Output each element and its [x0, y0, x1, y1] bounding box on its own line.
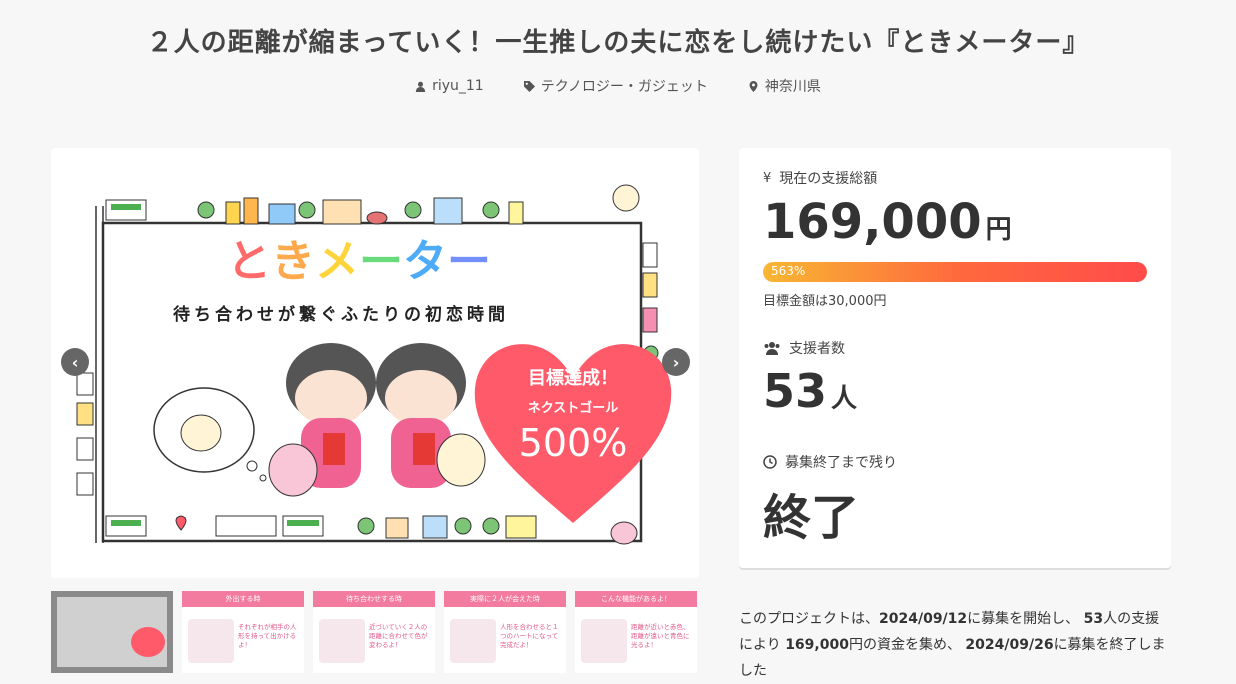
summary-text: 円の資金を集め、: [848, 637, 961, 653]
progress-fill: [763, 262, 1147, 282]
thumbnail-text: それぞれが相手の人形を持って出かけるよ！: [238, 623, 297, 649]
thumbnail-4[interactable]: 実際に２人が会えた時 人形を合わせると１つのハートになって完成だよ！: [444, 591, 566, 673]
thumbnail-label: 外出する時: [182, 591, 304, 607]
supporters-unit: 人: [831, 384, 858, 414]
prev-image-button[interactable]: ‹: [61, 348, 89, 376]
category-link[interactable]: テクノロジー・ガジェット: [523, 76, 708, 96]
remaining-label-row: 募集終了まで残り: [763, 452, 897, 472]
chevron-left-icon: ‹: [71, 352, 79, 372]
supporter-count: 53: [1083, 611, 1104, 627]
thumbnail-image: [581, 619, 627, 663]
progress-percent: 563%: [771, 264, 806, 278]
project-meta: riyu_11 テクノロジー・ガジェット 神奈川県: [0, 76, 1236, 96]
amount-label-row: ¥ 現在の支援総額: [763, 168, 877, 188]
thumbnail-label: こんな機能があるよ！: [575, 591, 697, 607]
supporters-label: 支援者数: [789, 341, 845, 357]
thumbnail-strip: 外出する時 それぞれが相手の人形を持って出かけるよ！ 待ち合わせする時 近づいて…: [51, 591, 699, 673]
thumbnail-text: 距離が近いと赤色、距離が遠いと青色に光るよ！: [631, 623, 690, 649]
thumbnail-text: 人形を合わせると１つのハートになって完成だよ！: [500, 623, 559, 649]
user-icon: [415, 81, 426, 92]
thumbnail-image: [450, 619, 496, 663]
thumbnail-2[interactable]: 外出する時 それぞれが相手の人形を持って出かけるよ！: [182, 591, 304, 673]
hero-tagline: 待ち合わせが繋ぐふたりの初恋時間: [173, 304, 509, 325]
author-name: riyu_11: [432, 78, 484, 94]
thumbnail-1[interactable]: [51, 591, 173, 673]
supporters-value-row: 53 人: [763, 364, 857, 418]
yen-icon: ¥: [763, 170, 772, 186]
amount-value: 169,000: [763, 194, 982, 250]
thumbnail-image: [188, 619, 234, 663]
thumbnail-5[interactable]: こんな機能があるよ！ 距離が近いと赤色、距離が遠いと青色に光るよ！: [575, 591, 697, 673]
project-summary: このプロジェクトは、2024/09/12に募集を開始し、 53人の支援により 1…: [739, 606, 1171, 684]
thumbnail-image: [319, 619, 365, 663]
badge-line1: 目標達成！: [528, 367, 618, 389]
end-date: 2024/09/26: [965, 637, 1054, 653]
page-title: ２人の距離が縮まっていく！一生推しの夫に恋をし続けたい『ときメーター』: [146, 28, 1090, 58]
clock-icon: [763, 455, 777, 469]
amount-unit: 円: [985, 215, 1012, 245]
thumbnail-3[interactable]: 待ち合わせする時 近づいていく２人の距離に合わせて色が変わるよ！: [313, 591, 435, 673]
goal-amount: 目標金額は30,000円: [763, 294, 887, 309]
next-image-button[interactable]: ›: [662, 348, 690, 376]
location-name: 神奈川県: [764, 79, 821, 95]
amount-value-row: 169,000 円: [763, 194, 1012, 250]
summary-text: に募集を開始し、: [967, 611, 1080, 627]
thumbnail-label: 実際に２人が会えた時: [444, 591, 566, 607]
remaining-value: 終了: [763, 490, 860, 546]
funding-stats-card: ¥ 現在の支援総額 169,000 円 563% 目標金額は30,000円 支援者…: [739, 148, 1171, 568]
supporters-value: 53: [763, 364, 828, 418]
amount-label: 現在の支援総額: [779, 171, 878, 187]
raised-amount: 169,000: [785, 637, 849, 653]
thumbnail-label: 待ち合わせする時: [313, 591, 435, 607]
remaining-label: 募集終了まで残り: [785, 455, 897, 471]
category-name: テクノロジー・ガジェット: [540, 79, 708, 95]
hero-illustration: ときメーター 待ち合わせが繋ぐふたりの初恋時間 目標達成！ ネクストゴール 50…: [76, 184, 672, 545]
map-pin-icon: [749, 80, 758, 92]
start-date: 2024/09/12: [879, 611, 968, 627]
badge-line3: 500%: [519, 421, 628, 465]
main-image: ときメーター 待ち合わせが繋ぐふたりの初恋時間 目標達成！ ネクストゴール 50…: [51, 148, 699, 578]
supporters-label-row: 支援者数: [763, 338, 845, 358]
author-link[interactable]: riyu_11: [415, 76, 484, 96]
logo-text: ときメーター: [227, 236, 491, 287]
location-link[interactable]: 神奈川県: [748, 76, 821, 96]
users-icon: [764, 342, 780, 355]
chevron-right-icon: ›: [672, 352, 680, 372]
summary-text: このプロジェクトは、: [739, 611, 879, 627]
badge-line2: ネクストゴール: [528, 400, 619, 416]
tag-icon: [523, 80, 535, 92]
thumbnail-text: 近づいていく２人の距離に合わせて色が変わるよ！: [369, 623, 428, 649]
progress-bar: 563%: [763, 262, 1147, 282]
